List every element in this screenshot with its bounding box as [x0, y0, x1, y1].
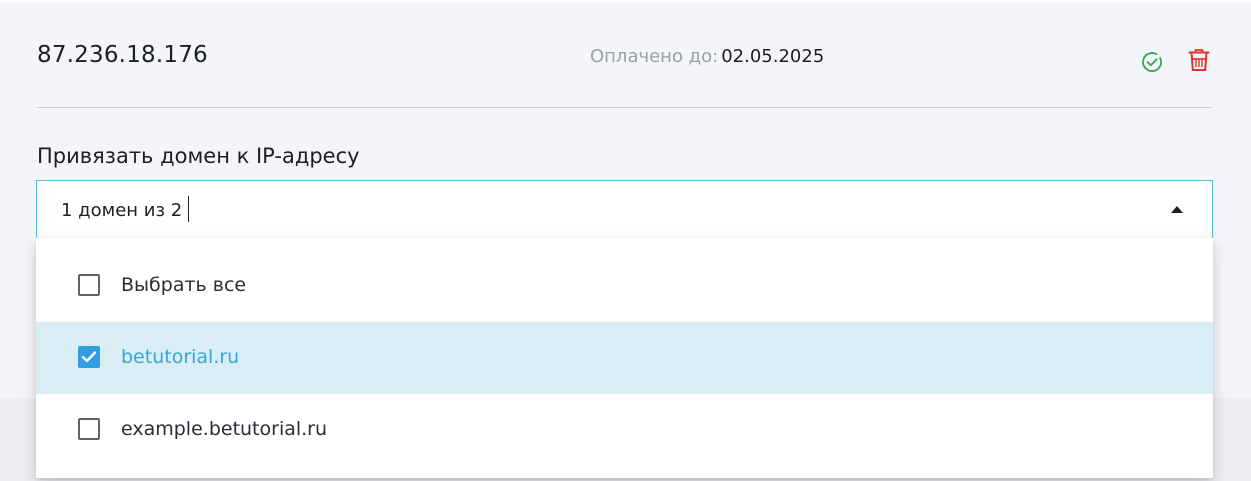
ip-address: 87.236.18.176 [37, 42, 208, 68]
domain-select-value[interactable]: 1 домен из 2 [61, 196, 190, 222]
option-betutorial[interactable]: betutorial.ru [36, 322, 1213, 394]
checkbox-betutorial[interactable] [78, 346, 100, 368]
checkbox-select-all[interactable] [78, 274, 100, 296]
text-cursor [188, 196, 190, 222]
option-select-all[interactable]: Выбрать все [36, 250, 1213, 322]
option-label: example.betutorial.ru [121, 418, 328, 440]
option-label: Выбрать все [121, 274, 247, 296]
domain-select[interactable]: 1 домен из 2 [36, 180, 1213, 241]
divider [37, 107, 1212, 108]
chevron-up-icon[interactable] [1171, 206, 1183, 213]
paid-until-label: Оплачено до: [590, 46, 719, 67]
checkbox-example-betutorial[interactable] [78, 418, 100, 440]
paid-until: Оплачено до: 02.05.2025 [590, 46, 824, 67]
domain-dropdown: Выбрать все betutorial.ru example.betuto… [36, 238, 1213, 478]
option-label: betutorial.ru [121, 346, 240, 368]
check-circle-icon[interactable] [1140, 50, 1164, 74]
paid-until-date: 02.05.2025 [721, 46, 825, 67]
option-example-betutorial[interactable]: example.betutorial.ru [36, 394, 1213, 466]
trash-icon[interactable] [1186, 47, 1212, 73]
bind-domain-label: Привязать домен к IP-адресу [37, 144, 360, 168]
